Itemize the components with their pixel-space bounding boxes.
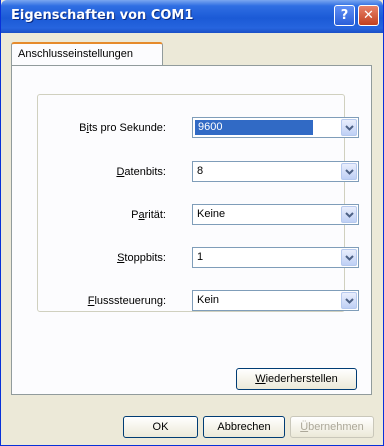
datenbits-label: Datenbits: (116, 166, 166, 178)
chevron-down-icon (345, 125, 354, 131)
stoppbits-select[interactable]: 1 (192, 247, 359, 268)
dropdown-button[interactable] (341, 163, 357, 180)
dropdown-button[interactable] (341, 292, 357, 309)
chevron-down-icon (345, 255, 354, 261)
ok-button[interactable]: OK (123, 416, 198, 438)
stoppbits-value: 1 (197, 251, 204, 263)
datenbits-select[interactable]: 8 (192, 161, 359, 182)
apply-button[interactable]: Übernehmen (290, 416, 374, 438)
tab-label: Anschlusseinstellungen (18, 48, 133, 60)
bits-per-second-label: Bits pro Sekunde: (79, 122, 166, 134)
title-bar[interactable]: Eigenschaften von COM1 ? ✕ (1, 0, 383, 33)
flusssteuerung-label: Flusssteuerung: (87, 295, 166, 307)
tab-panel: Bits pro Sekunde: 9600 Datenbits: 8 Pari… (11, 65, 372, 395)
flusssteuerung-select[interactable]: Kein (192, 290, 359, 311)
paritaet-label: Parität: (131, 209, 166, 221)
bits-per-second-select[interactable]: 9600 (192, 117, 359, 138)
help-button[interactable]: ? (334, 5, 355, 26)
cancel-button[interactable]: Abbrechen (203, 416, 285, 438)
restore-defaults-button[interactable]: Wiederherstellen (236, 368, 357, 390)
properties-dialog: Eigenschaften von COM1 ? ✕ Anschlusseins… (0, 0, 384, 446)
dropdown-button[interactable] (341, 206, 357, 223)
close-icon: ✕ (363, 8, 374, 23)
datenbits-value: 8 (197, 165, 204, 177)
dropdown-button[interactable] (341, 249, 357, 266)
chevron-down-icon (345, 298, 354, 304)
window-title: Eigenschaften von COM1 (11, 8, 194, 23)
help-icon: ? (340, 8, 349, 23)
bits-per-second-value: 9600 (195, 120, 313, 135)
tab-anschlusseinstellungen[interactable]: Anschlusseinstellungen (11, 42, 163, 66)
chevron-down-icon (345, 169, 354, 175)
flusssteuerung-value: Kein (197, 294, 220, 306)
settings-group: Bits pro Sekunde: 9600 Datenbits: 8 Pari… (37, 94, 359, 312)
dropdown-button[interactable] (341, 119, 357, 136)
stoppbits-label: Stoppbits: (117, 252, 166, 264)
paritaet-select[interactable]: Keine (192, 204, 359, 225)
paritaet-value: Keine (197, 208, 226, 220)
chevron-down-icon (345, 212, 354, 218)
close-button[interactable]: ✕ (358, 5, 379, 26)
